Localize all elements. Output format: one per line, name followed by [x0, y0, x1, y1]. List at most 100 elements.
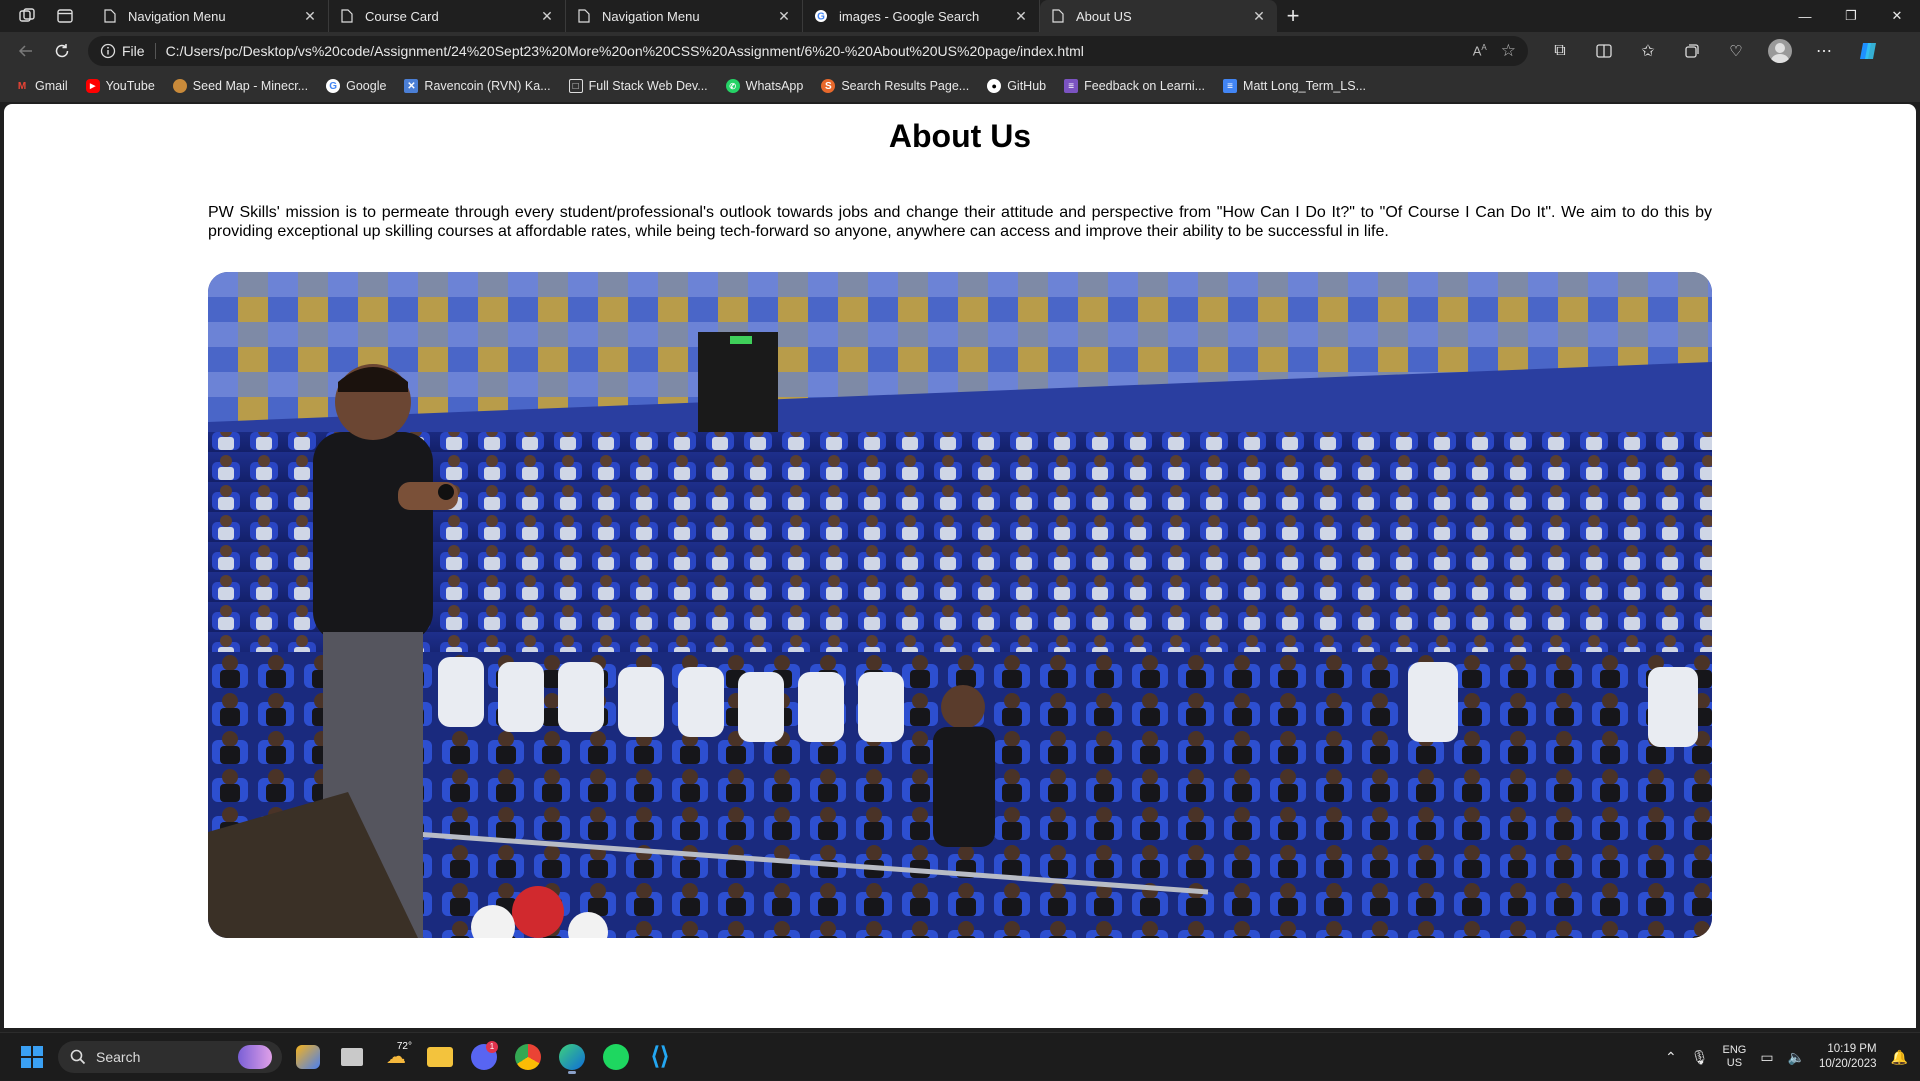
tab-actions	[0, 0, 92, 32]
refresh-button[interactable]	[44, 36, 80, 66]
folder-icon	[427, 1046, 453, 1067]
google-icon: G	[813, 8, 829, 24]
split-screen-icon	[1596, 44, 1612, 58]
browser-toolbar: File C:/Users/pc/Desktop/vs%20code/Assig…	[0, 32, 1920, 70]
taskbar-app-chrome[interactable]	[510, 1039, 546, 1075]
close-icon[interactable]: ✕	[1013, 8, 1029, 24]
language-indicator[interactable]: ENG US	[1722, 1044, 1746, 1070]
bookmark-youtube[interactable]: ▶ YouTube	[77, 72, 164, 100]
tab-course-card[interactable]: Course Card ✕	[329, 0, 566, 32]
page-icon	[1050, 8, 1066, 24]
windows-start-button[interactable]	[16, 1041, 48, 1073]
clock-date: 10/20/2023	[1819, 1058, 1877, 1070]
task-view-icon	[341, 1047, 363, 1066]
tab-google-search[interactable]: G images - Google Search ✕	[803, 0, 1040, 32]
info-icon	[100, 43, 116, 59]
bookmark-feedback[interactable]: ≡ Feedback on Learni...	[1055, 72, 1214, 100]
notification-bell-icon[interactable]: 🔔	[1891, 1049, 1908, 1066]
taskbar-app-copilot[interactable]	[290, 1039, 326, 1075]
close-icon[interactable]: ✕	[776, 8, 792, 24]
settings-menu-button[interactable]: ⋯	[1802, 36, 1846, 66]
chevron-up-icon[interactable]: ⌃	[1665, 1049, 1677, 1066]
ravencoin-icon: ✕	[404, 79, 419, 93]
bookmark-google[interactable]: G Google	[317, 72, 395, 100]
copilot-button[interactable]	[1846, 36, 1890, 66]
taskbar-search[interactable]: Search	[58, 1040, 282, 1073]
bookmark-full-stack[interactable]: □ Full Stack Web Dev...	[560, 72, 717, 100]
tab-title: Course Card	[365, 8, 439, 24]
google-icon: G	[326, 79, 341, 93]
page-icon	[102, 8, 118, 24]
read-aloud-icon[interactable]: AA	[1473, 43, 1487, 58]
collections-icon	[1685, 44, 1699, 58]
bookmark-label: Seed Map - Minecr...	[192, 79, 309, 93]
bookmark-matt-long[interactable]: ≡ Matt Long_Term_LS...	[1214, 72, 1375, 100]
docs-icon: ≡	[1223, 79, 1238, 93]
close-window-icon[interactable]: ✕	[1874, 0, 1920, 32]
address-bar[interactable]: File C:/Users/pc/Desktop/vs%20code/Assig…	[88, 36, 1528, 66]
bookmark-label: YouTube	[105, 79, 155, 93]
page-title: About Us	[888, 118, 1032, 154]
bookmark-label: Full Stack Web Dev...	[588, 79, 708, 93]
favorites-button[interactable]: ✩	[1626, 36, 1670, 66]
spotify-icon	[603, 1043, 629, 1070]
close-icon[interactable]: ✕	[539, 8, 555, 24]
microphone-icon[interactable]: 🎙	[1691, 1049, 1709, 1066]
volume-icon[interactable]: 🔈	[1788, 1049, 1805, 1066]
favorites-icon: ✩	[1641, 43, 1655, 60]
refresh-icon	[55, 44, 69, 58]
tab-title: images - Google Search	[839, 8, 980, 24]
seedmap-icon	[172, 79, 187, 93]
bookmark-ravencoin[interactable]: ✕ Ravencoin (RVN) Ka...	[395, 72, 559, 100]
tab-about-us[interactable]: About US ✕	[1040, 0, 1277, 32]
bookmark-whatsapp[interactable]: ✆ WhatsApp	[717, 72, 813, 100]
bookmark-gmail[interactable]: M Gmail	[6, 72, 77, 100]
language-line2: US	[1726, 1057, 1743, 1069]
mission-paragraph: PW Skills' mission is to permeate throug…	[208, 204, 1712, 240]
more-icon: ⋯	[1816, 43, 1832, 60]
workspaces-icon[interactable]	[18, 7, 36, 25]
window-controls: — ❐ ✕	[1782, 0, 1920, 32]
collections-button[interactable]	[1670, 36, 1714, 66]
split-screen-button[interactable]	[1582, 36, 1626, 66]
minimize-icon[interactable]: —	[1782, 0, 1828, 32]
edge-icon	[559, 1043, 585, 1070]
taskbar-app-discord[interactable]: 1	[466, 1039, 502, 1075]
extensions-button[interactable]: ⧉	[1538, 36, 1582, 66]
tab-navigation-menu-1[interactable]: Navigation Menu ✕	[92, 0, 329, 32]
windows-logo-icon	[21, 1045, 31, 1056]
site-info[interactable]: File	[100, 43, 156, 59]
taskbar-app-taskview[interactable]	[334, 1039, 370, 1075]
taskbar-search-label: Search	[96, 1048, 141, 1065]
close-icon[interactable]: ✕	[302, 8, 318, 24]
restore-icon[interactable]: ❐	[1828, 0, 1874, 32]
back-button[interactable]	[8, 36, 44, 66]
tab-title: Navigation Menu	[602, 8, 700, 24]
browser-essentials-button[interactable]: ♡	[1714, 36, 1758, 66]
new-tab-button[interactable]: +	[1277, 0, 1309, 32]
favorite-star-icon[interactable]: ☆	[1501, 41, 1516, 61]
tab-navigation-menu-2[interactable]: Navigation Menu ✕	[566, 0, 803, 32]
page-viewport[interactable]: About Us PW Skills' mission is to permea…	[4, 104, 1916, 1028]
bookmark-search-results[interactable]: S Search Results Page...	[812, 72, 978, 100]
bookmark-seed-map[interactable]: Seed Map - Minecr...	[164, 72, 317, 100]
taskbar-app-weather[interactable]: ☁ 72°	[378, 1039, 414, 1075]
tab-actions-menu-icon[interactable]	[56, 7, 74, 25]
taskbar-app-vscode[interactable]: ⟨⟩	[642, 1039, 678, 1075]
network-icon[interactable]: ▭	[1760, 1049, 1773, 1066]
bookmark-github[interactable]: ● GitHub	[978, 72, 1055, 100]
clock[interactable]: 10:19 PM 10/20/2023	[1819, 1042, 1877, 1072]
close-icon[interactable]: ✕	[1251, 8, 1267, 24]
taskbar-app-edge[interactable]	[554, 1039, 590, 1075]
page-icon	[339, 8, 355, 24]
taskbar-app-spotify[interactable]	[598, 1039, 634, 1075]
copilot-icon	[1860, 43, 1876, 59]
taskbar-app-file-explorer[interactable]	[422, 1039, 458, 1075]
heart-pulse-icon: ♡	[1729, 43, 1743, 60]
notification-badge: 1	[486, 1040, 498, 1053]
url-text[interactable]: C:/Users/pc/Desktop/vs%20code/Assignment…	[166, 43, 1473, 59]
tab-strip: Navigation Menu ✕ Course Card ✕ Navigati…	[0, 0, 1920, 32]
bookmark-label: Ravencoin (RVN) Ka...	[424, 79, 551, 93]
profile-button[interactable]	[1758, 36, 1802, 66]
language-line1: ENG	[1722, 1044, 1747, 1056]
